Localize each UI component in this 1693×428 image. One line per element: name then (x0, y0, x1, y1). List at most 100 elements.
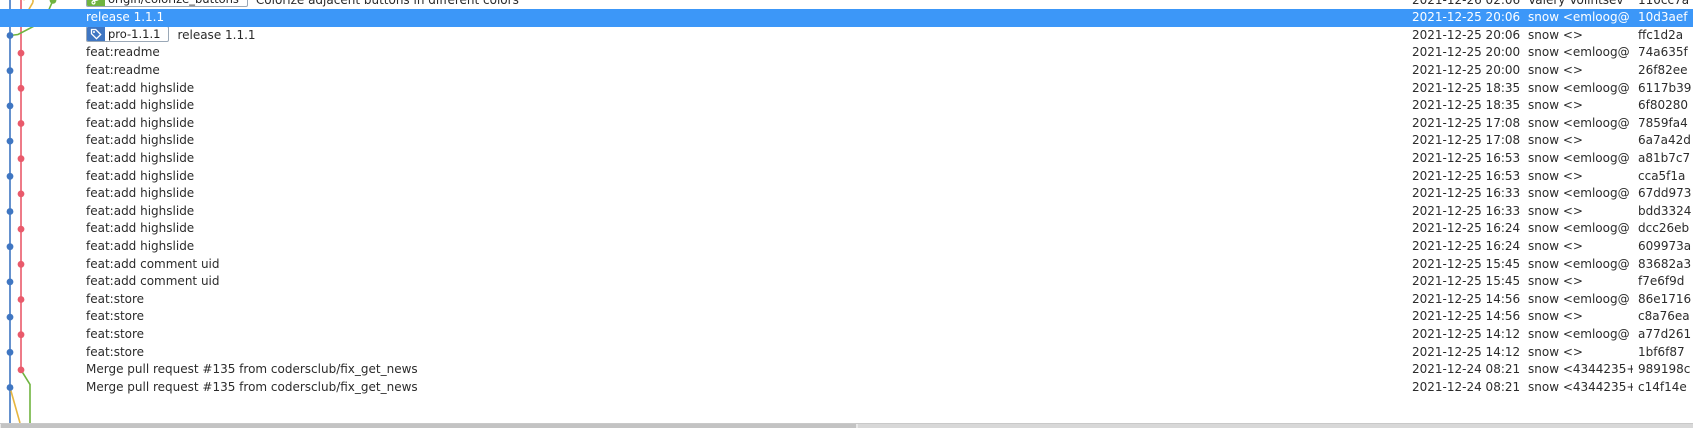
commit-message-cell: feat:readme (86, 62, 1406, 80)
commit-row[interactable]: Merge pull request #135 from codersclub/… (0, 361, 1693, 379)
tag-badge[interactable]: pro-1.1.1 (86, 26, 170, 43)
commit-row[interactable]: feat:add highslide 2021-12-25 17:08 snow <… (0, 132, 1693, 150)
commit-row[interactable]: pro-1.1.1 release 1.1.1 2021-12-25 20:06 sn… (0, 26, 1693, 45)
commit-hash: 110cc7a (1638, 0, 1693, 9)
commit-message-cell: feat:add highslide (86, 150, 1406, 168)
commit-hash: 26f82ee (1638, 62, 1688, 77)
ref-label: origin/colorize_buttons (108, 0, 239, 6)
ref-label: pro-1.1.1 (108, 27, 161, 42)
commit-author: Valery Volintsev (1528, 0, 1633, 9)
commit-row[interactable]: feat:store 2021-12-25 14:56 snow <> c8a76ea (0, 308, 1693, 326)
commit-message: feat:store (86, 291, 145, 306)
branch-icon (87, 0, 105, 6)
commit-row[interactable]: feat:add highslide 2021-12-25 18:35 snow <… (0, 97, 1693, 115)
commit-author: snow <> (1528, 98, 1583, 113)
commit-hash: cca5f1a (1638, 168, 1686, 183)
commit-message-cell: feat:add highslide (86, 115, 1406, 133)
commit-message-cell: feat:readme (86, 44, 1406, 62)
commit-author: snow <> (1528, 274, 1583, 289)
commit-message: feat:add highslide (86, 203, 195, 218)
commit-message: feat:add highslide (86, 186, 195, 201)
commit-author: snow <emloog@ (1528, 45, 1630, 60)
commit-date: 2021-12-25 20:00 (1412, 45, 1521, 60)
commit-hash: f7e6f9d (1638, 274, 1685, 289)
commit-hash: a81b7c7 (1638, 150, 1691, 165)
commit-author: snow <emloog@ (1528, 221, 1630, 236)
commit-message: release 1.1.1 (177, 27, 256, 42)
commit-author: snow <> (1528, 27, 1583, 42)
commit-row[interactable]: feat:add highslide 2021-12-25 16:33 snow <… (0, 203, 1693, 221)
commit-row[interactable]: feat:readme 2021-12-25 20:00 snow <> 26f82e… (0, 62, 1693, 80)
commit-row[interactable]: feat:add highslide 2021-12-25 17:08 snow <… (0, 115, 1693, 133)
commit-date: 2021-12-24 08:21 (1412, 379, 1521, 394)
commit-author: snow <emloog@ (1528, 186, 1630, 201)
commit-message-cell: feat:store (86, 291, 1406, 309)
commit-date: 2021-12-25 15:45 (1412, 256, 1521, 271)
commit-row[interactable]: feat:store 2021-12-25 14:56 snow <emloog@ 8… (0, 291, 1693, 309)
commit-row[interactable]: feat:add highslide 2021-12-25 16:24 snow <… (0, 238, 1693, 256)
commit-date: 2021-12-25 16:33 (1412, 203, 1521, 218)
commit-row[interactable]: feat:readme 2021-12-25 20:00 snow <emloog@… (0, 44, 1693, 62)
commit-row[interactable]: feat:add highslide 2021-12-25 16:53 snow <… (0, 150, 1693, 168)
commit-log[interactable]: origin/colorize_buttons Colorize adjacent… (0, 0, 1693, 423)
commit-message: Colorize adjacent buttons in different c… (256, 0, 519, 7)
commit-message: feat:add highslide (86, 221, 195, 236)
branch-badge[interactable]: origin/colorize_buttons (86, 0, 248, 7)
commit-message: release 1.1.1 (86, 10, 165, 25)
commit-message-cell: feat:add highslide (86, 97, 1406, 115)
scrollbar-thumb[interactable] (1, 424, 856, 428)
commit-message-cell: feat:store (86, 326, 1406, 344)
commit-date: 2021-12-25 16:24 (1412, 238, 1521, 253)
commit-date: 2021-12-25 14:12 (1412, 326, 1521, 341)
commit-message: feat:store (86, 344, 145, 359)
commit-author: snow <4344235+ (1528, 362, 1633, 377)
horizontal-scrollbar[interactable] (0, 423, 1693, 428)
commit-row-selected[interactable]: release 1.1.1 2021-12-25 20:06 snow <emloo… (0, 9, 1693, 27)
commit-author: snow <> (1528, 344, 1583, 359)
commit-message: feat:add highslide (86, 168, 195, 183)
commit-author: snow <emloog@ (1528, 10, 1630, 25)
commit-message-cell: feat:add highslide (86, 220, 1406, 238)
commit-message-cell: feat:store (86, 308, 1406, 326)
commit-row[interactable]: feat:add highslide 2021-12-25 16:33 snow <… (0, 185, 1693, 203)
commit-message: feat:add highslide (86, 238, 195, 253)
commit-message: feat:add highslide (86, 133, 195, 148)
commit-hash: c8a76ea (1638, 309, 1690, 324)
commit-row[interactable]: feat:store 2021-12-25 14:12 snow <> 1bf6f87 (0, 344, 1693, 362)
commit-hash: 67dd973 (1638, 186, 1692, 201)
commit-message-cell: Merge pull request #135 from codersclub/… (86, 361, 1406, 379)
commit-message-cell: feat:add comment uid (86, 273, 1406, 291)
commit-author: snow <> (1528, 133, 1583, 148)
commit-row[interactable]: feat:add highslide 2021-12-25 16:53 snow <… (0, 168, 1693, 186)
commit-hash: c14f14e (1638, 379, 1687, 394)
commit-author: snow <emloog@ (1528, 150, 1630, 165)
commit-date: 2021-12-25 14:56 (1412, 291, 1521, 306)
scrollbar-track-segment[interactable] (858, 424, 1693, 428)
commit-row[interactable]: feat:add comment uid 2021-12-25 15:45 snow… (0, 273, 1693, 291)
commit-row[interactable]: feat:add highslide 2021-12-25 16:24 snow <… (0, 220, 1693, 238)
commit-row[interactable]: Merge pull request #135 from codersclub/… (0, 379, 1693, 397)
commit-hash: a77d261 (1638, 326, 1692, 341)
commit-message-cell: feat:add highslide (86, 132, 1406, 150)
commit-author: snow <emloog@ (1528, 80, 1630, 95)
commit-message-cell: feat:add highslide (86, 185, 1406, 203)
commit-message: Merge pull request #135 from codersclub/… (86, 379, 418, 394)
commit-message-cell: pro-1.1.1 release 1.1.1 (86, 26, 1406, 45)
commit-row[interactable]: feat:add comment uid 2021-12-25 15:45 snow… (0, 256, 1693, 274)
commit-hash: 6f80280 (1638, 98, 1689, 113)
commit-message-cell: feat:store (86, 344, 1406, 362)
commit-hash: 74a635f (1638, 45, 1688, 60)
commit-row[interactable]: origin/colorize_buttons Colorize adjacent… (0, 0, 1693, 9)
commit-hash: 6117b39 (1638, 80, 1692, 95)
commit-hash: 6a7a42d (1638, 133, 1691, 148)
commit-date: 2021-12-25 16:53 (1412, 168, 1521, 183)
commit-message-cell: Merge pull request #135 from codersclub/… (86, 379, 1406, 397)
commit-message: feat:add comment uid (86, 274, 220, 289)
commit-message-cell: feat:add highslide (86, 80, 1406, 98)
commit-row[interactable]: feat:store 2021-12-25 14:12 snow <emloog@ a… (0, 326, 1693, 344)
commit-hash: 86e1716 (1638, 291, 1692, 306)
commit-author: snow <4344235+ (1528, 379, 1633, 394)
commit-hash: ffc1d2a (1638, 27, 1684, 42)
commit-row[interactable]: feat:add highslide 2021-12-25 18:35 snow <… (0, 80, 1693, 98)
commit-date: 2021-12-24 08:21 (1412, 362, 1521, 377)
